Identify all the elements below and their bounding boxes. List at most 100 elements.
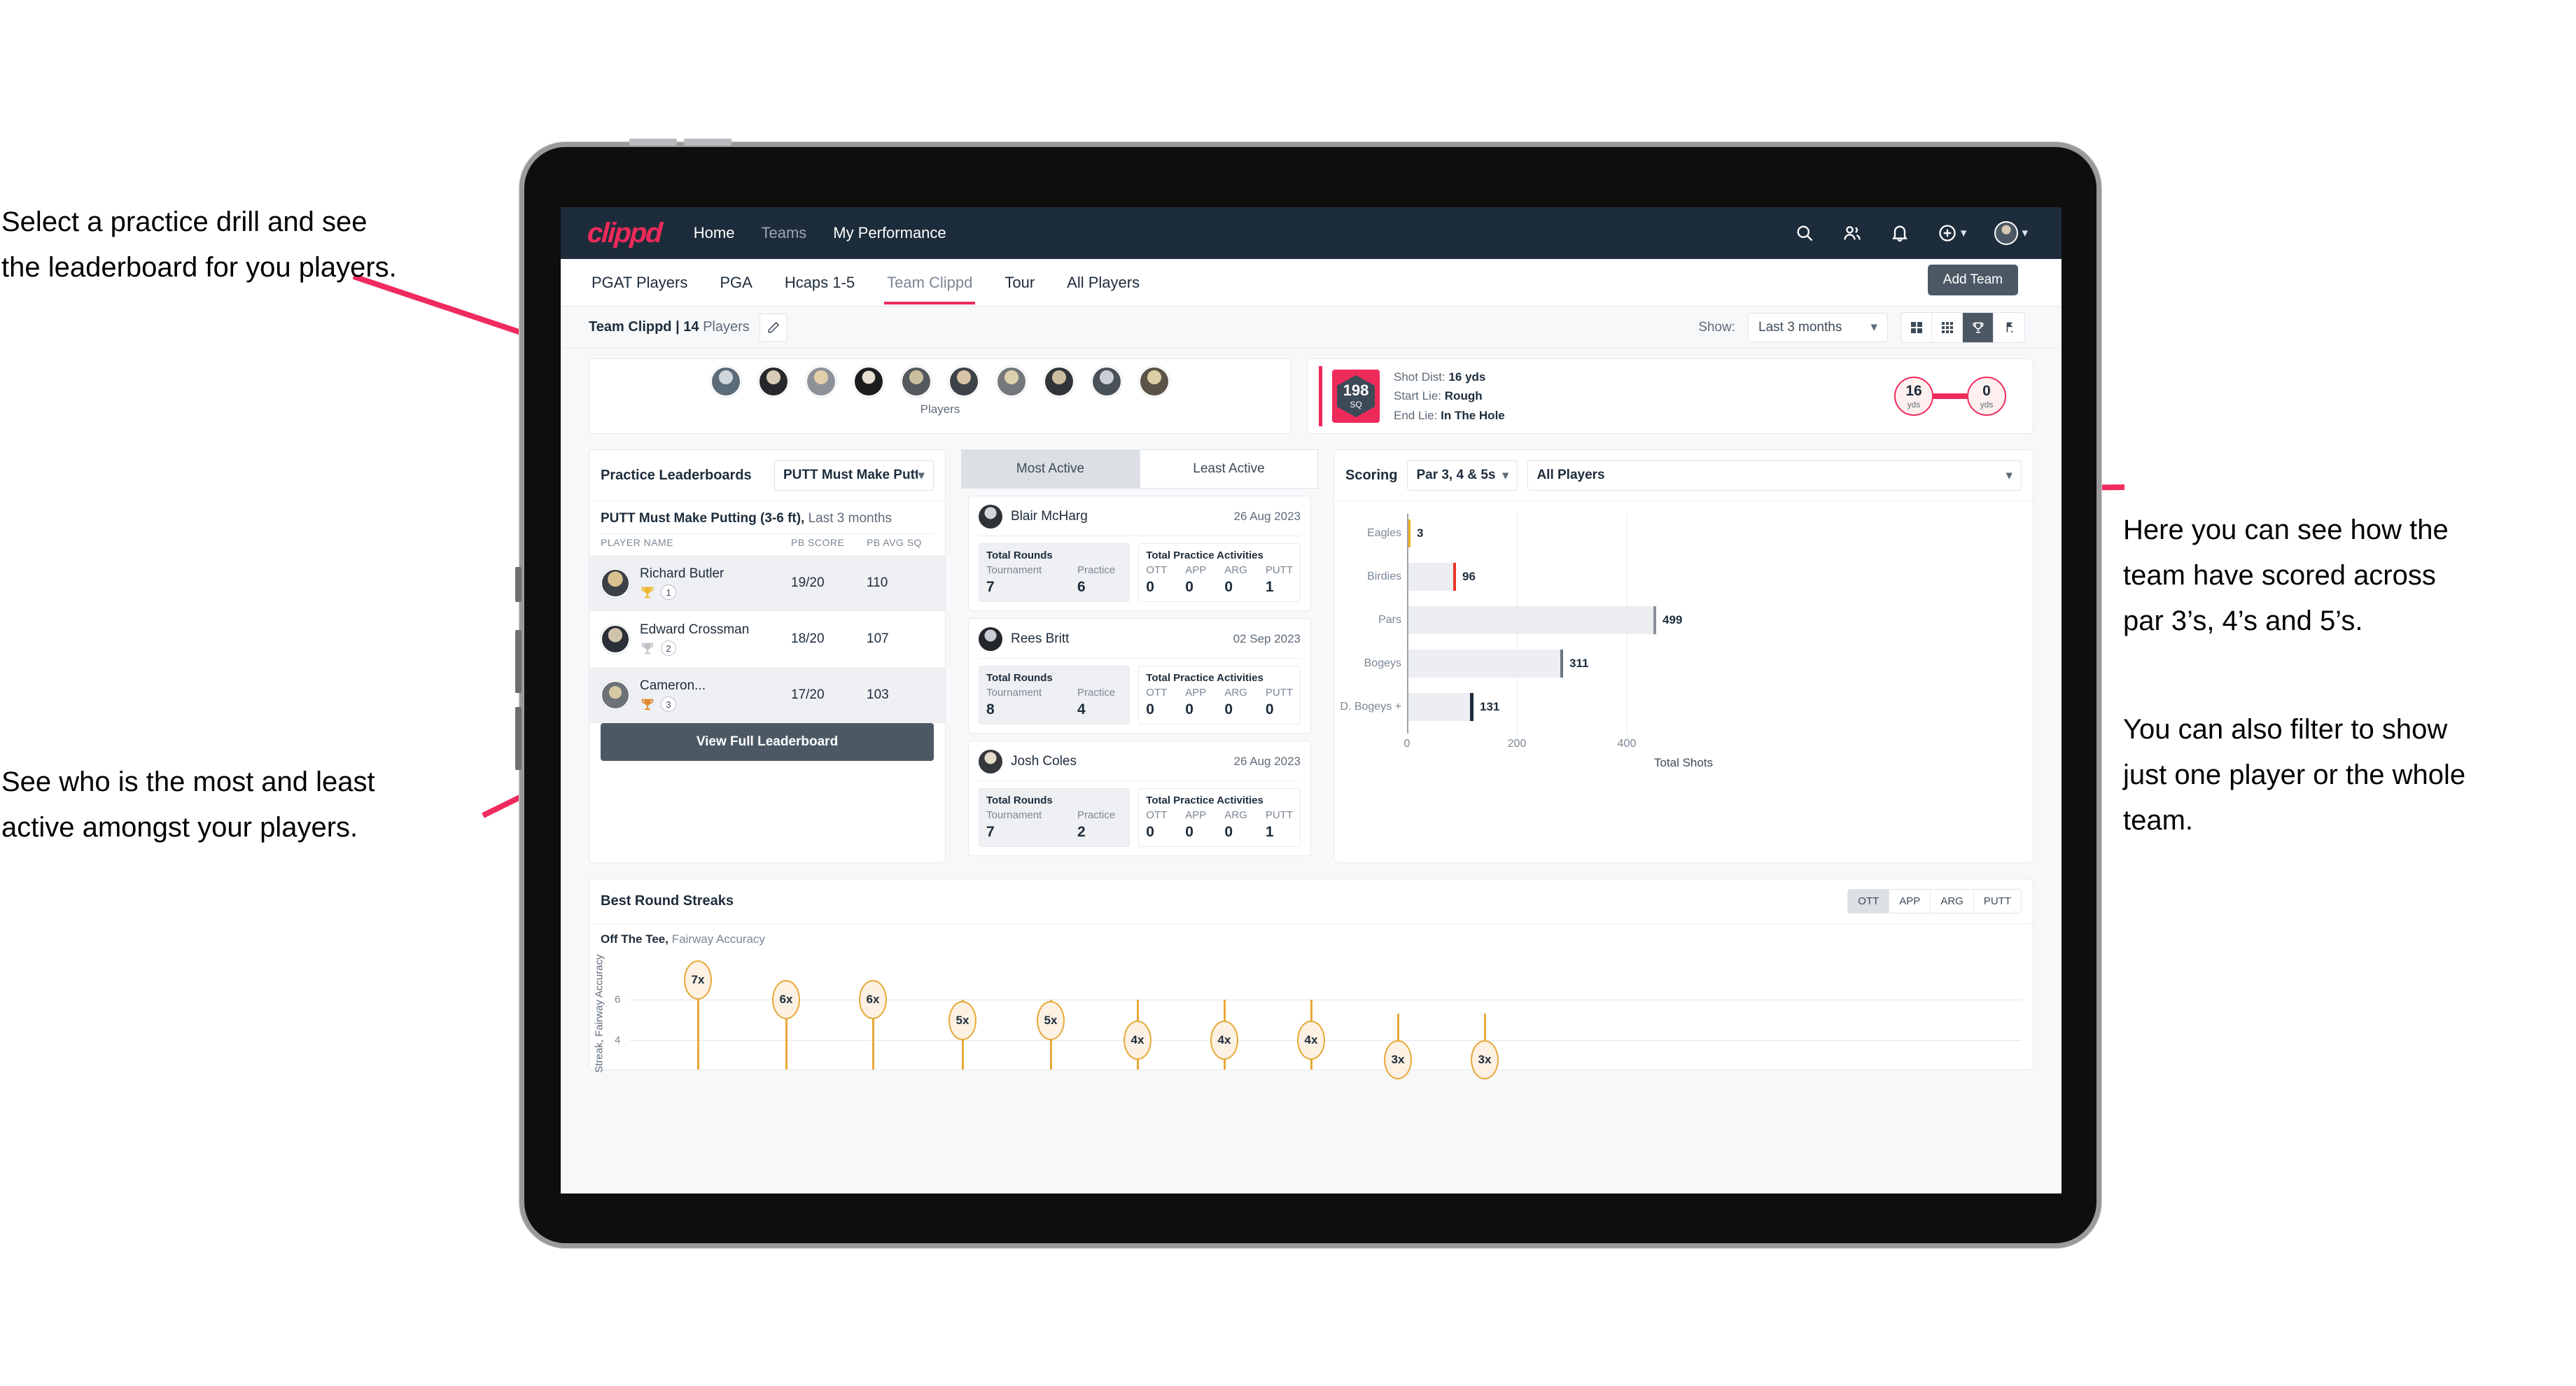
players-caption: Players <box>920 402 960 416</box>
tab-most-active[interactable]: Most Active <box>961 449 1140 489</box>
player-avatar[interactable] <box>758 366 789 397</box>
trophy-icon <box>641 643 654 654</box>
streak-marker[interactable]: 5x <box>1037 1001 1065 1040</box>
clippd-logo[interactable]: clippd <box>587 218 662 249</box>
par-filter-select[interactable]: Par 3, 4 & 5s ▾ <box>1407 460 1518 491</box>
streak-marker[interactable]: 4x <box>1124 1021 1152 1060</box>
view-full-leaderboard-button[interactable]: View Full Leaderboard <box>601 723 934 761</box>
y-axis-title: Streak, Fairway Accuracy <box>593 954 606 1073</box>
streak-marker[interactable]: 7x <box>684 960 712 1000</box>
activity-panel: Most Active Least Active Blair McHarg 26… <box>961 449 1318 863</box>
tab-hcaps-1-5[interactable]: Hcaps 1-5 <box>782 261 858 304</box>
segment-ott[interactable]: OTT <box>1848 890 1890 913</box>
player-avatar[interactable] <box>1044 366 1074 397</box>
table-row[interactable]: Cameron... 3 17/20 103 <box>589 667 945 723</box>
streak-marker[interactable]: 4x <box>1297 1021 1325 1060</box>
chevron-down-icon: ▾ <box>1960 226 1967 239</box>
view-toggle-grid-large[interactable] <box>1901 312 1932 342</box>
x-tick: 0 <box>1404 738 1410 750</box>
streaks-title: Best Round Streaks <box>601 893 734 909</box>
streak-marker[interactable]: 3x <box>1471 1040 1499 1079</box>
view-toggle-flag[interactable] <box>1994 313 2024 342</box>
annotation-top-left: Select a practice drill and see the lead… <box>1 206 397 283</box>
total-rounds-title: Total Rounds <box>986 794 1053 806</box>
avatar <box>601 568 630 598</box>
streak-marker[interactable]: 6x <box>772 980 800 1019</box>
tab-pga[interactable]: PGA <box>717 261 755 304</box>
view-toggle-grid-small[interactable] <box>1932 312 1963 342</box>
tab-least-active[interactable]: Least Active <box>1140 449 1318 489</box>
table-row[interactable]: Richard Butler 1 19/20 110 <box>589 555 945 611</box>
segment-app[interactable]: APP <box>1889 890 1931 913</box>
segment-putt[interactable]: PUTT <box>1973 890 2021 913</box>
search-icon[interactable] <box>1795 223 1814 243</box>
player-avatar[interactable] <box>1139 366 1170 397</box>
practice-activities-title: Total Practice Activities <box>1146 672 1264 684</box>
side-button-b[interactable] <box>515 630 522 693</box>
leaderboard-column-headers: PLAYER NAME PB SCORE PB AVG SQ <box>589 534 945 555</box>
add-team-button[interactable]: Add Team <box>1927 265 2018 295</box>
activity-card[interactable]: Rees Britt 02 Sep 2023 Total Rounds Tour… <box>968 618 1311 734</box>
practice-activities-title: Total Practice Activities <box>1146 550 1264 561</box>
table-row[interactable]: Edward Crossman 2 18/20 107 <box>589 611 945 667</box>
segment-arg[interactable]: ARG <box>1931 890 1974 913</box>
add-menu[interactable]: ▾ <box>1938 223 1967 243</box>
activity-card[interactable]: Blair McHarg 26 Aug 2023 Total Rounds To… <box>968 496 1311 611</box>
player-avatar[interactable] <box>806 366 836 397</box>
streaks-metric: Off The Tee, <box>601 932 668 946</box>
streak-marker[interactable]: 5x <box>948 1001 976 1040</box>
activity-card[interactable]: Josh Coles 26 Aug 2023 Total Rounds Tour… <box>968 741 1311 856</box>
tab-tour[interactable]: Tour <box>1002 261 1037 304</box>
flag-icon <box>2006 322 2013 332</box>
sq-value: 198 <box>1343 382 1369 399</box>
team-tabs: PGAT Players PGA Hcaps 1-5 Team Clippd T… <box>561 259 2062 307</box>
side-button-a[interactable] <box>515 567 522 602</box>
best-round-streaks-panel: Best Round Streaks OTT APP ARG PUTT Off … <box>589 878 2033 1079</box>
annotation-right-scoring: Here you can see how the team have score… <box>2123 514 2449 636</box>
volume-down-button[interactable] <box>684 139 732 146</box>
account-menu[interactable]: ▾ <box>1994 221 2028 245</box>
practice-app: APP 0 <box>1185 687 1207 718</box>
player-filter-select[interactable]: All Players ▾ <box>1527 460 2022 491</box>
tab-all-players[interactable]: All Players <box>1064 261 1142 304</box>
practice-arg: ARG 0 <box>1224 809 1247 840</box>
drill-select[interactable]: PUTT Must Make Putting ... ▾ <box>774 460 934 491</box>
edit-team-button[interactable] <box>759 313 788 342</box>
period-select[interactable]: Last 3 months ▾ <box>1748 312 1888 342</box>
nav-link-my-performance[interactable]: My Performance <box>833 224 946 242</box>
plus-circle-icon[interactable] <box>1938 223 1957 243</box>
player-avatar[interactable] <box>948 366 979 397</box>
pb-avg-sq: 107 <box>867 631 889 646</box>
player-avatar[interactable] <box>901 366 932 397</box>
player-avatar[interactable] <box>1091 366 1122 397</box>
end-lie-line: End Lie: In The Hole <box>1394 408 1505 422</box>
streak-marker[interactable]: 6x <box>859 980 887 1019</box>
player-avatar[interactable] <box>996 366 1027 397</box>
view-toggle-trophy[interactable] <box>1963 312 1994 342</box>
bar-value: 131 <box>1480 700 1500 713</box>
streak-marker[interactable]: 3x <box>1384 1040 1412 1079</box>
people-icon[interactable] <box>1842 223 1862 243</box>
total-rounds-box: Total Rounds Tournament 7 Practice 6 <box>979 543 1130 602</box>
rounds-practice: Practice 6 <box>1077 564 1116 595</box>
practice-app: APP 0 <box>1185 809 1207 840</box>
period-select-value: Last 3 months <box>1758 319 1842 335</box>
nav-link-teams[interactable]: Teams <box>761 224 806 242</box>
bar-label: Eagles <box>1367 527 1401 539</box>
avatar[interactable] <box>1994 221 2019 245</box>
drill-name: PUTT Must Make Putting (3-6 ft), <box>601 511 805 526</box>
pencil-icon <box>768 321 779 332</box>
pb-score: 17/20 <box>791 687 825 702</box>
practice-activities-box: Total Practice Activities OTT 0 APP 0 ARG 0… <box>1138 666 1301 724</box>
streak-marker[interactable]: 4x <box>1210 1021 1238 1060</box>
bell-icon[interactable] <box>1890 223 1910 243</box>
side-button-c[interactable] <box>515 707 522 770</box>
player-avatar[interactable] <box>710 366 741 397</box>
volume-up-button[interactable] <box>629 139 677 146</box>
player-avatar[interactable] <box>853 366 884 397</box>
grid-large-icon <box>1910 321 1922 333</box>
nav-link-home[interactable]: Home <box>694 224 735 242</box>
tab-team-clippd[interactable]: Team Clippd <box>884 261 976 304</box>
tab-pgat-players[interactable]: PGAT Players <box>589 261 690 304</box>
total-rounds-box: Total Rounds Tournament 8 Practice 4 <box>979 666 1130 724</box>
